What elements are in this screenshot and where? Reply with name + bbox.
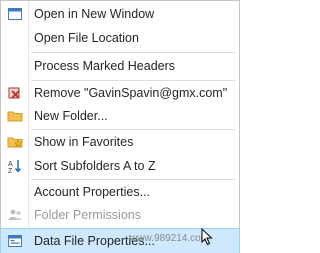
context-menu: Open in New Window Open File Location Pr… — [0, 0, 240, 253]
mouse-cursor-icon — [201, 228, 213, 246]
menu-item-account-properties[interactable]: Account Properties... — [1, 180, 239, 204]
sort-az-icon: A Z — [5, 156, 25, 176]
menu-item-show-in-favorites[interactable]: Show in Favorites — [1, 130, 239, 154]
watermark-text: www.989214.com — [130, 233, 209, 244]
svg-text:Z: Z — [8, 168, 13, 174]
menu-item-label: Show in Favorites — [34, 135, 134, 149]
menu-item-label: Account Properties... — [34, 185, 151, 199]
menu-item-label: New Folder... — [34, 109, 108, 123]
menu-item-label: Folder Permissions — [34, 208, 141, 222]
svg-text:A: A — [8, 161, 13, 168]
data-file-properties-icon — [5, 231, 25, 251]
menu-item-label: Open in New Window — [34, 7, 155, 21]
remove-account-icon — [5, 83, 25, 103]
menu-item-new-folder[interactable]: New Folder... — [1, 104, 239, 128]
menu-separator — [31, 52, 235, 53]
menu-item-remove-account[interactable]: Remove "GavinSpavin@gmx.com" — [1, 81, 239, 105]
menu-item-label: Process Marked Headers — [34, 59, 176, 73]
favorites-icon — [5, 132, 25, 152]
open-new-window-icon — [5, 4, 25, 24]
new-folder-icon — [5, 106, 25, 126]
menu-item-open-file-location[interactable]: Open File Location — [1, 26, 239, 50]
menu-item-folder-permissions: Folder Permissions — [1, 203, 239, 227]
menu-item-sort-subfolders[interactable]: A Z Sort Subfolders A to Z — [1, 154, 239, 178]
menu-item-process-marked-headers[interactable]: Process Marked Headers — [1, 54, 239, 78]
folder-permissions-icon — [5, 205, 25, 225]
menu-item-label: Open File Location — [34, 31, 139, 45]
menu-item-open-in-new-window[interactable]: Open in New Window — [1, 2, 239, 26]
menu-item-label: Remove "GavinSpavin@gmx.com" — [34, 86, 228, 100]
menu-item-label: Sort Subfolders A to Z — [34, 159, 156, 173]
